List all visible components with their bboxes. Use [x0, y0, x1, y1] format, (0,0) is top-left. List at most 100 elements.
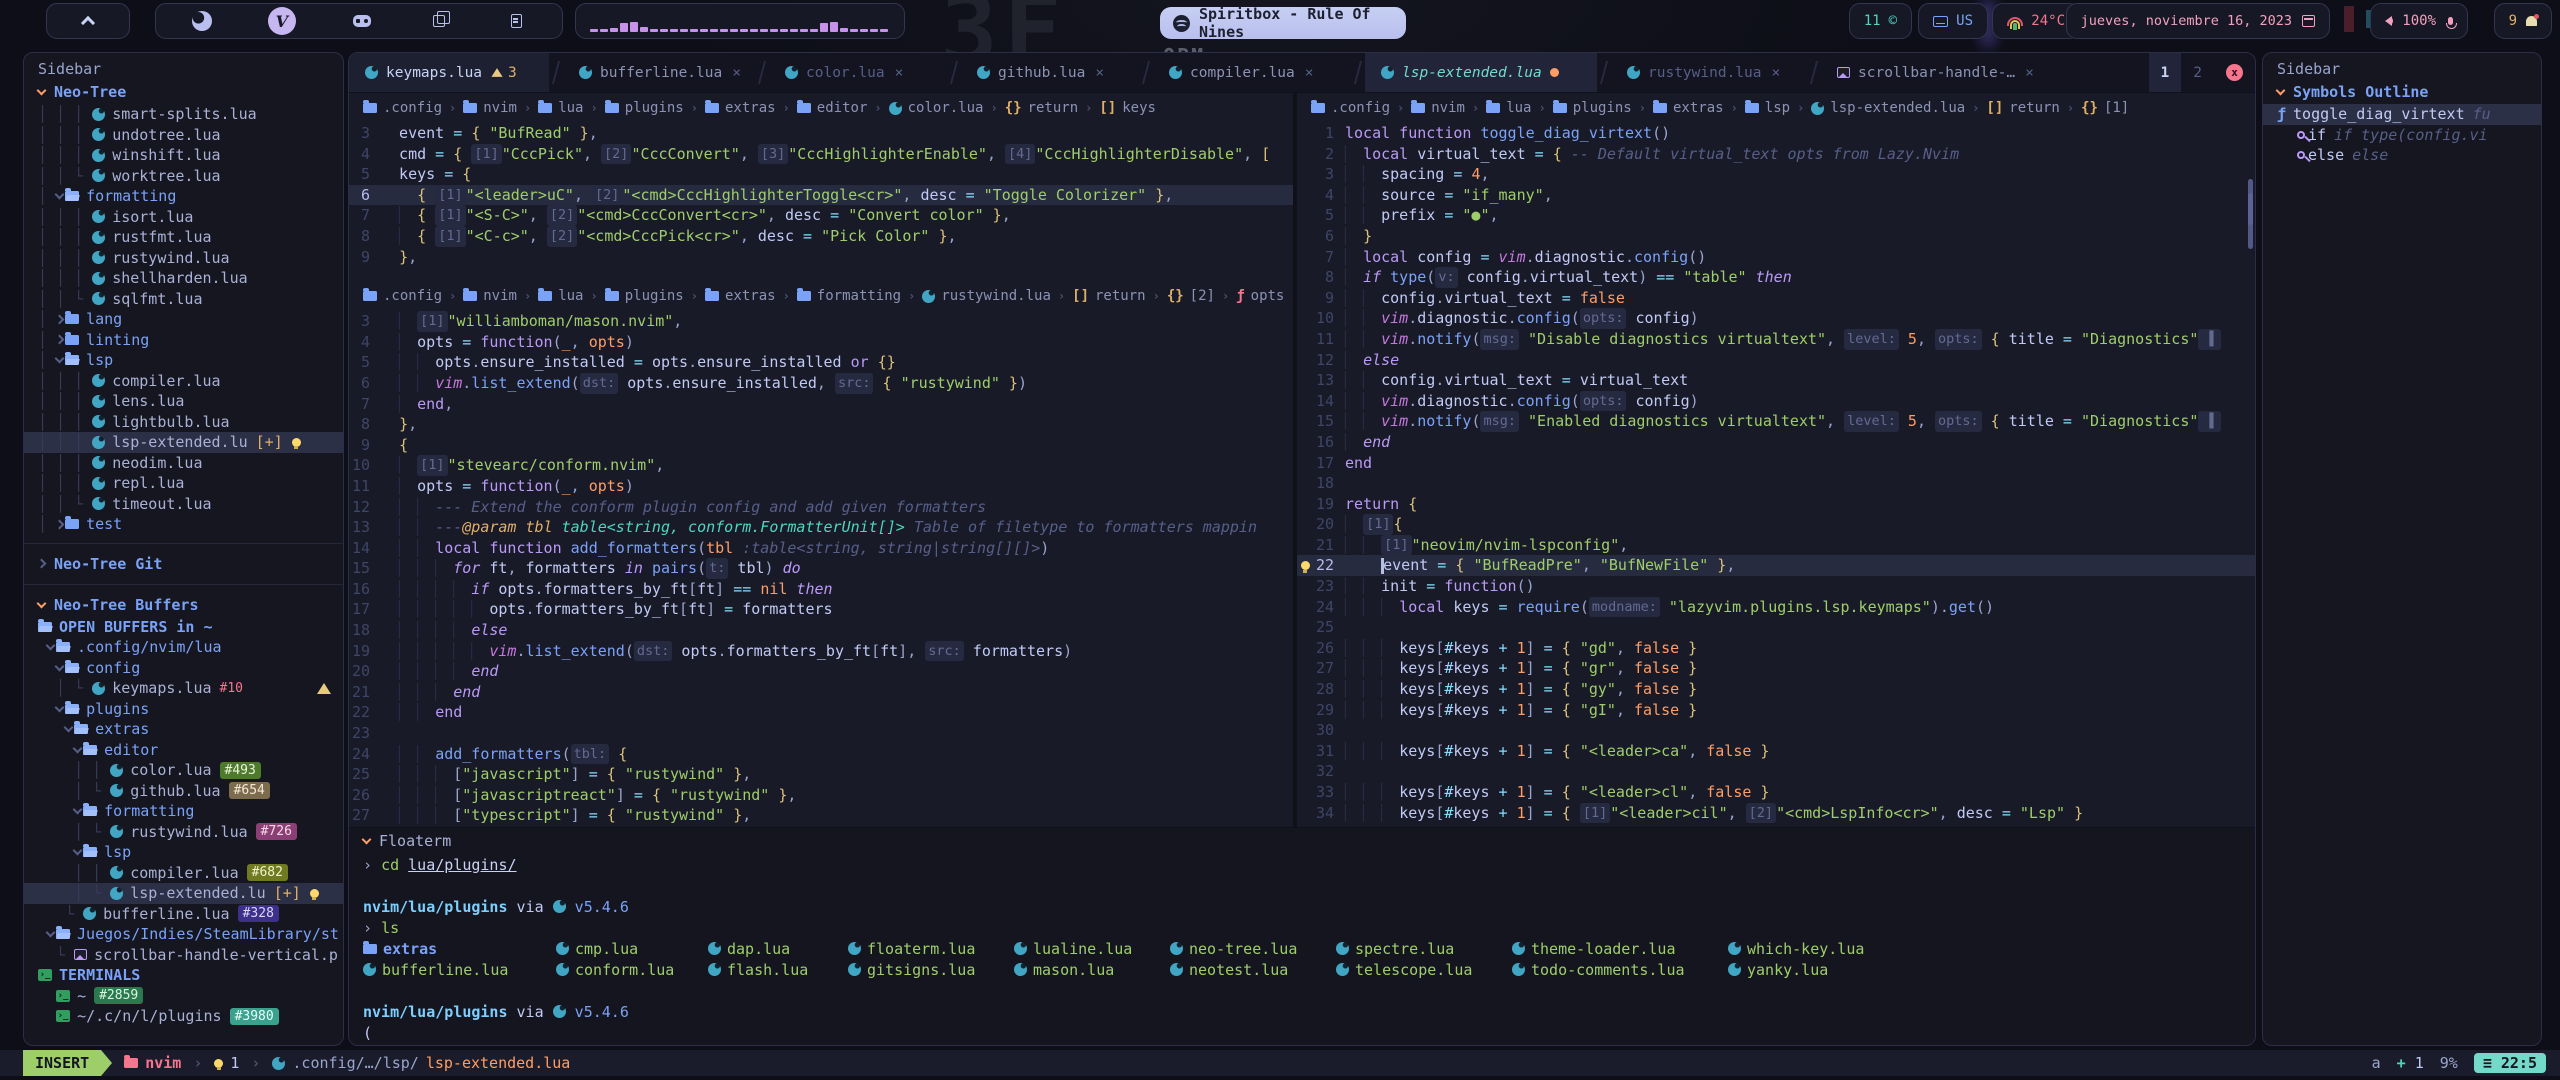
windows-copy-icon[interactable] [428, 10, 450, 32]
tree-item[interactable]: │ │ │ isort.lua [24, 207, 343, 228]
code-line[interactable]: 7 ▏ end, [349, 394, 1293, 415]
breadcrumb-item[interactable]: ƒopts [1236, 288, 1284, 304]
code-line[interactable]: 33▏ ▏ ▏ keys[#keys + 1] = { "<leader>cl"… [1297, 782, 2255, 803]
symbols-outline-header[interactable]: Symbols Outline [2263, 80, 2541, 104]
close-icon[interactable]: × [1305, 65, 1314, 81]
breadcrumb-item[interactable]: nvim [463, 100, 517, 116]
code-line[interactable]: 17 ▏ ▏ ▏ ▏ ▏ opts.formatters_by_ft[ft] =… [349, 599, 1293, 620]
code-line[interactable]: 26▏ ▏ ▏ keys[#keys + 1] = { "gd", false … [1297, 638, 2255, 659]
breadcrumb-item[interactable]: rustywind.lua [922, 288, 1051, 304]
code-line[interactable]: 4▏ ▏ source = "if_many", [1297, 185, 2255, 206]
tree-item[interactable]: │ │ │ winshift.lua [24, 145, 343, 166]
tree-item[interactable]: │ test [24, 514, 343, 535]
code-line[interactable]: 25 ▏ ▏ ▏ ["javascript"] = { "rustywind" … [349, 764, 1293, 785]
tree-item[interactable]: extras [24, 719, 343, 740]
file-entry[interactable]: bufferline.lua [363, 961, 556, 979]
scrollbar-handle[interactable] [2248, 193, 2253, 249]
breadcrumb-item[interactable]: lsp-extended.lua [1811, 100, 1965, 116]
tree-item[interactable]: │ │ │ neodim.lua [24, 453, 343, 474]
tab-compiler-lua[interactable]: compiler.lua× [1153, 53, 1351, 92]
tree-item[interactable]: OPEN BUFFERS in ~ [24, 617, 343, 638]
close-icon[interactable]: × [1772, 65, 1781, 81]
file-entry[interactable]: which-key.lua [1728, 940, 2255, 958]
code-line[interactable]: 7▏ local config = vim.diagnostic.config(… [1297, 247, 2255, 268]
code-line[interactable]: 22 ▏ ▏ end [349, 702, 1293, 723]
code-line[interactable]: 9▏ ▏ config.virtual_text = false [1297, 288, 2255, 309]
tree-item[interactable]: └ bufferline.lua#328 [24, 904, 343, 925]
tree-item[interactable]: config [24, 658, 343, 679]
code-line[interactable]: 18 [1297, 473, 2255, 494]
tree-item[interactable]: .config/nvim/lua [24, 637, 343, 658]
breadcrumb-item[interactable]: extras [705, 100, 776, 116]
file-path-segment[interactable]: .config/…/lsp/lsp-extended.lua [272, 1054, 570, 1072]
code-line[interactable]: 28▏ ▏ ▏ keys[#keys + 1] = { "gy", false … [1297, 679, 2255, 700]
breadcrumb[interactable]: .config›nvim›lua›plugins›extras›lsp›lsp-… [1297, 93, 2255, 123]
breadcrumb-item[interactable]: {}return [1005, 100, 1078, 116]
code-line[interactable]: 8 ▏ { [1]"<C-c>", [2]"<cmd>CccPick<cr>",… [349, 226, 1293, 247]
tree-item[interactable]: plugins [24, 699, 343, 720]
tree-item[interactable]: │ │ │ shellharden.lua [24, 268, 343, 289]
code-line[interactable]: 5▏ ▏ prefix = "●", [1297, 205, 2255, 226]
code-line[interactable]: 1local function toggle_diag_virtext() [1297, 123, 2255, 144]
code-line[interactable]: 12▏ else [1297, 350, 2255, 371]
tree-item[interactable]: │ │ │ lightbulb.lua [24, 412, 343, 433]
close-icon[interactable]: × [895, 65, 904, 81]
code-line[interactable]: 20▏ [1]{ [1297, 514, 2255, 535]
file-entry[interactable]: conform.lua [556, 961, 708, 979]
tree-item[interactable]: │ │ └ timeout.lua [24, 494, 343, 515]
file-entry[interactable]: extras [363, 940, 556, 958]
tree-item[interactable]: │ │ │ compiler.lua [24, 371, 343, 392]
tree-item[interactable]: Juegos/Indies/SteamLibrary/st [24, 924, 343, 945]
code-line[interactable]: 6▏ } [1297, 226, 2255, 247]
code-line[interactable]: 31▏ ▏ ▏ keys[#keys + 1] = { "<leader>ca"… [1297, 741, 2255, 762]
file-entry[interactable]: mason.lua [1014, 961, 1170, 979]
sidebar-section-header[interactable]: Neo-Tree Git [24, 552, 343, 576]
code-line[interactable]: 11▏ ▏ vim.notify(msg: "Disable diagnosti… [1297, 329, 2255, 350]
code-line[interactable]: 13 ▏ ▏ ---@param tbl table<string, confo… [349, 517, 1293, 538]
tree-item[interactable]: ›_TERMINALS [24, 965, 343, 986]
tree-item[interactable]: │ │ compiler.lua#682 [24, 863, 343, 884]
tree-item[interactable]: │ │ └ sqlfmt.lua [24, 289, 343, 310]
breadcrumb-item[interactable]: .config [363, 100, 442, 116]
file-entry[interactable]: neo-tree.lua [1170, 940, 1336, 958]
tree-item[interactable]: formatting [24, 801, 343, 822]
sidebar-section-header[interactable]: Neo-Tree Buffers [24, 593, 343, 617]
tree-item[interactable]: │ │ │ rustywind.lua [24, 248, 343, 269]
code-line[interactable]: 21▏ ▏ [1]"neovim/nvim-lspconfig", [1297, 535, 2255, 556]
breadcrumb-item[interactable]: []return [1986, 100, 2059, 116]
tree-item[interactable]: │ │ │ lsp-extended.lu[+] [24, 432, 343, 453]
tab-bufferline-lua[interactable]: bufferline.lua× [563, 53, 755, 92]
tree-item[interactable]: │ └ lsp-extended.lu[+] [24, 883, 343, 904]
tree-item[interactable]: │ │ │ rustfmt.lua [24, 227, 343, 248]
code-line[interactable]: 4 ▏ opts = function(_, opts) [349, 332, 1293, 353]
code-line[interactable]: 3 ▏ [1]"williamboman/mason.nvim", [349, 311, 1293, 332]
tree-item[interactable]: │ │ │ repl.lua [24, 473, 343, 494]
breadcrumb-item[interactable]: nvim [463, 288, 517, 304]
outline-item-toggle_diag_virtext[interactable]: ƒtoggle_diag_virtextfu [2263, 104, 2541, 125]
tab-github-lua[interactable]: github.lua× [961, 53, 1139, 92]
file-entry[interactable]: gitsigns.lua [848, 961, 1014, 979]
code-line[interactable]: 14▏ ▏ vim.diagnostic.config(opts: config… [1297, 391, 2255, 412]
tab-lsp-extended-lua[interactable]: lsp-extended.lua [1365, 53, 1597, 92]
breadcrumb-item[interactable]: nvim [1411, 100, 1465, 116]
code-line[interactable]: 30 [1297, 720, 2255, 741]
code-line[interactable]: 14 ▏ ▏ local function add_formatters(tbl… [349, 538, 1293, 559]
code-line[interactable]: 9 { [349, 435, 1293, 456]
tree-item[interactable]: ›_~#2859 [24, 986, 343, 1007]
code-line[interactable]: 19return { [1297, 494, 2255, 515]
tab-rustywind-lua[interactable]: rustywind.lua× [1611, 53, 1807, 92]
launcher-button[interactable] [46, 3, 130, 39]
tree-item[interactable]: lsp [24, 842, 343, 863]
bulb-count-segment[interactable]: 1 [214, 1054, 239, 1072]
code-line[interactable]: 6 ▏ ▏ vim.list_extend(dst: opts.ensure_i… [349, 373, 1293, 394]
notifications-widget[interactable]: 9 [2494, 3, 2552, 39]
breadcrumb-item[interactable]: []return [1072, 288, 1145, 304]
code-line[interactable]: 18 ▏ ▏ ▏ ▏ else [349, 620, 1293, 641]
breadcrumb-item[interactable]: lua [538, 100, 583, 116]
browser-icon[interactable] [191, 10, 213, 32]
code-line[interactable]: 21 ▏ ▏ ▏ end [349, 682, 1293, 703]
code-line[interactable]: 29▏ ▏ ▏ keys[#keys + 1] = { "gI", false … [1297, 700, 2255, 721]
tab-keymaps-lua[interactable]: keymaps.lua3 [349, 53, 549, 92]
document-icon[interactable] [505, 10, 527, 32]
code-line[interactable]: 25 [1297, 617, 2255, 638]
